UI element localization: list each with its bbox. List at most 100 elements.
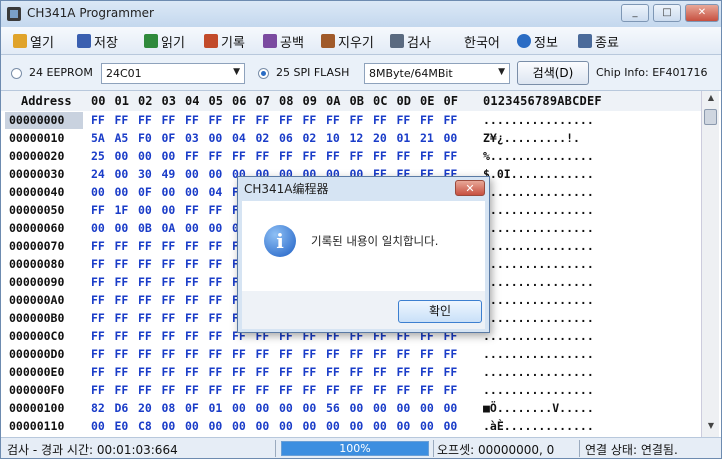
- hex-byte-cell[interactable]: FF: [91, 112, 105, 129]
- hex-byte-cell[interactable]: F0: [138, 130, 152, 147]
- hex-byte-cell[interactable]: 00: [115, 184, 129, 201]
- ascii-cell[interactable]: $.0I............: [483, 166, 594, 183]
- hex-byte-cell[interactable]: FF: [397, 364, 411, 381]
- hex-byte-cell[interactable]: 12: [350, 130, 364, 147]
- hex-byte-cell[interactable]: 00: [185, 220, 199, 237]
- address-cell[interactable]: 000000A0: [5, 292, 83, 309]
- address-cell[interactable]: 00000060: [5, 220, 83, 237]
- hex-byte-cell[interactable]: FF: [303, 364, 317, 381]
- hex-byte-cell[interactable]: FF: [138, 310, 152, 327]
- hex-byte-cell[interactable]: FF: [162, 112, 176, 129]
- eeprom-select[interactable]: 24C01 ▼: [101, 63, 245, 84]
- hex-byte-cell[interactable]: FF: [209, 310, 223, 327]
- hex-byte-cell[interactable]: 00: [444, 130, 458, 147]
- hex-byte-cell[interactable]: 00: [303, 400, 317, 417]
- hex-byte-cell[interactable]: FF: [256, 364, 270, 381]
- hex-byte-cell[interactable]: D6: [115, 400, 129, 417]
- hex-byte-cell[interactable]: FF: [162, 274, 176, 291]
- ascii-cell[interactable]: Z¥¿.........!.: [483, 130, 580, 147]
- hex-byte-cell[interactable]: FF: [397, 148, 411, 165]
- hex-byte-cell[interactable]: FF: [444, 364, 458, 381]
- hex-byte-cell[interactable]: 00: [209, 166, 223, 183]
- hex-byte-cell[interactable]: 30: [138, 166, 152, 183]
- ok-button[interactable]: 확인: [398, 300, 482, 323]
- hex-byte-cell[interactable]: FF: [185, 310, 199, 327]
- hex-byte-cell[interactable]: 00: [420, 400, 434, 417]
- ascii-cell[interactable]: ■Ö........V.....: [483, 400, 594, 417]
- hex-byte-cell[interactable]: 00: [350, 400, 364, 417]
- menu-open[interactable]: 열기: [13, 32, 54, 51]
- hex-byte-cell[interactable]: 00: [162, 148, 176, 165]
- hex-byte-cell[interactable]: FF: [232, 148, 246, 165]
- hex-byte-cell[interactable]: FF: [91, 274, 105, 291]
- ascii-cell[interactable]: ................: [483, 364, 594, 381]
- hex-byte-cell[interactable]: 00: [91, 184, 105, 201]
- scroll-up-icon[interactable]: ▲: [704, 93, 718, 107]
- maximize-button[interactable]: □: [653, 4, 681, 22]
- hex-byte-cell[interactable]: FF: [115, 274, 129, 291]
- ascii-cell[interactable]: %...............: [483, 148, 594, 165]
- hex-byte-cell[interactable]: FF: [185, 112, 199, 129]
- hex-byte-cell[interactable]: 00: [279, 418, 293, 435]
- hex-byte-cell[interactable]: FF: [373, 148, 387, 165]
- address-cell[interactable]: 000000F0: [5, 382, 83, 399]
- hex-byte-cell[interactable]: 00: [256, 418, 270, 435]
- hex-byte-cell[interactable]: FF: [326, 148, 340, 165]
- hex-byte-cell[interactable]: 82: [91, 400, 105, 417]
- hex-byte-cell[interactable]: FF: [185, 148, 199, 165]
- hex-byte-cell[interactable]: FF: [115, 256, 129, 273]
- hex-byte-cell[interactable]: 1F: [115, 202, 129, 219]
- hex-byte-cell[interactable]: FF: [303, 382, 317, 399]
- vertical-scrollbar[interactable]: ▲ ▼: [701, 91, 719, 437]
- hex-byte-cell[interactable]: FF: [444, 346, 458, 363]
- menu-write[interactable]: 기록: [204, 32, 245, 51]
- hex-byte-cell[interactable]: FF: [115, 346, 129, 363]
- hex-byte-cell[interactable]: 06: [279, 130, 293, 147]
- hex-byte-cell[interactable]: FF: [373, 382, 387, 399]
- hex-byte-cell[interactable]: FF: [115, 382, 129, 399]
- address-cell[interactable]: 000000C0: [5, 328, 83, 345]
- hex-byte-cell[interactable]: FF: [303, 346, 317, 363]
- hex-byte-cell[interactable]: 25: [91, 148, 105, 165]
- hex-byte-cell[interactable]: FF: [256, 382, 270, 399]
- spi-flash-radio[interactable]: [258, 68, 269, 79]
- hex-byte-cell[interactable]: 03: [185, 130, 199, 147]
- hex-byte-cell[interactable]: FF: [91, 292, 105, 309]
- hex-byte-cell[interactable]: FF: [138, 112, 152, 129]
- hex-byte-cell[interactable]: 02: [303, 130, 317, 147]
- hex-byte-cell[interactable]: FF: [162, 238, 176, 255]
- hex-byte-cell[interactable]: FF: [115, 292, 129, 309]
- menu-info[interactable]: 정보: [517, 32, 558, 51]
- hex-byte-cell[interactable]: FF: [232, 364, 246, 381]
- hex-byte-cell[interactable]: 00: [185, 166, 199, 183]
- address-cell[interactable]: 00000070: [5, 238, 83, 255]
- dialog-close-button[interactable]: ✕: [455, 180, 485, 196]
- address-cell[interactable]: 00000110: [5, 418, 83, 435]
- address-cell[interactable]: 00000080: [5, 256, 83, 273]
- hex-byte-cell[interactable]: FF: [162, 346, 176, 363]
- hex-byte-cell[interactable]: 0F: [138, 184, 152, 201]
- hex-byte-cell[interactable]: FF: [91, 238, 105, 255]
- hex-byte-cell[interactable]: FF: [350, 346, 364, 363]
- hex-byte-cell[interactable]: FF: [397, 346, 411, 363]
- ascii-cell[interactable]: ................: [483, 292, 594, 309]
- hex-byte-cell[interactable]: 00: [162, 418, 176, 435]
- hex-byte-cell[interactable]: 00: [350, 418, 364, 435]
- hex-byte-cell[interactable]: FF: [91, 310, 105, 327]
- address-cell[interactable]: 000000D0: [5, 346, 83, 363]
- hex-byte-cell[interactable]: FF: [326, 364, 340, 381]
- hex-byte-cell[interactable]: 00: [162, 202, 176, 219]
- minimize-button[interactable]: _: [621, 4, 649, 22]
- hex-byte-cell[interactable]: FF: [91, 328, 105, 345]
- hex-byte-cell[interactable]: FF: [162, 364, 176, 381]
- address-cell[interactable]: 00000100: [5, 400, 83, 417]
- hex-byte-cell[interactable]: 00: [397, 400, 411, 417]
- hex-byte-cell[interactable]: FF: [162, 292, 176, 309]
- hex-byte-cell[interactable]: 00: [303, 418, 317, 435]
- hex-byte-cell[interactable]: FF: [209, 292, 223, 309]
- hex-byte-cell[interactable]: FF: [209, 346, 223, 363]
- hex-byte-cell[interactable]: FF: [185, 202, 199, 219]
- ascii-cell[interactable]: ................: [483, 382, 594, 399]
- ascii-cell[interactable]: ................: [483, 202, 594, 219]
- address-cell[interactable]: 00000010: [5, 130, 83, 147]
